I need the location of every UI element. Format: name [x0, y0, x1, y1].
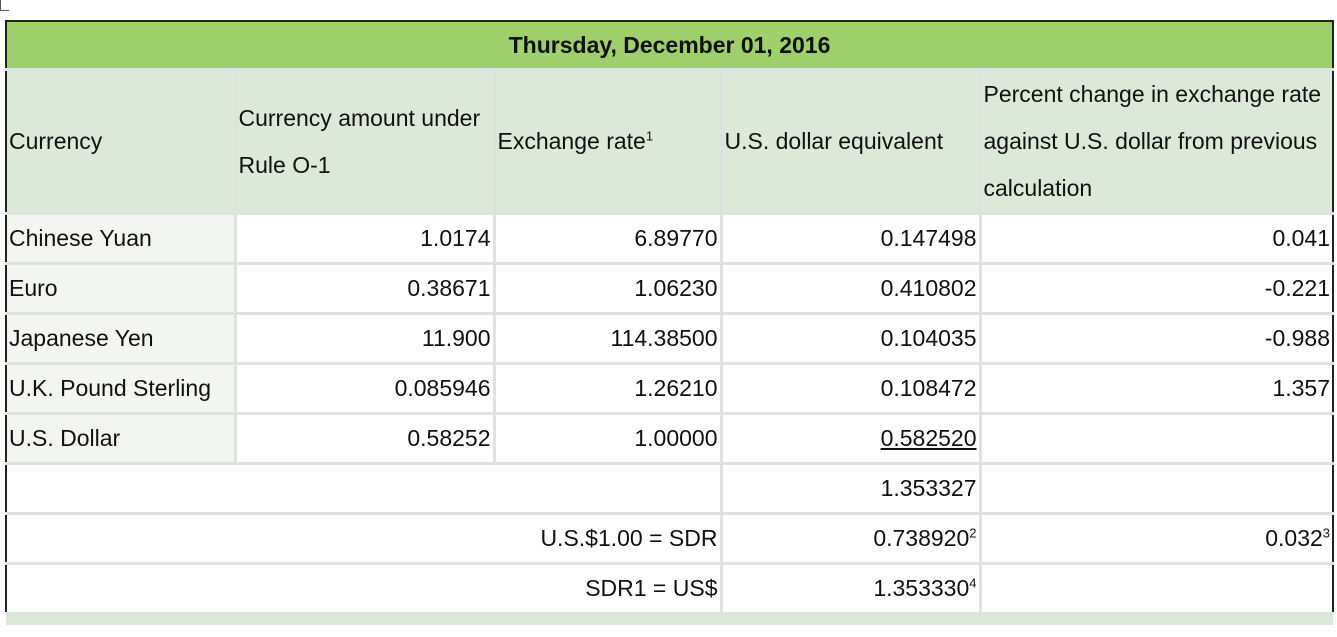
header-exchange-rate-label: Exchange rate — [497, 128, 646, 154]
footnote-2: 2 — [969, 525, 977, 541]
header-currency: Currency — [5, 68, 237, 215]
table-row: U.S. Dollar 0.58252 1.00000 0.582520 — [5, 412, 1335, 465]
footnote-1: 1 — [645, 128, 654, 144]
table-title: Thursday, December 01, 2016 — [4, 20, 1335, 71]
currency-name: Euro — [5, 262, 237, 315]
currency-name: Chinese Yuan — [5, 212, 237, 265]
currency-name: Japanese Yen — [5, 312, 237, 365]
table-row: Chinese Yuan 1.0174 6.89770 0.147498 0.0… — [5, 212, 1335, 265]
footnote-4: 4 — [969, 575, 977, 591]
header-usd-equivalent: U.S. dollar equivalent — [719, 68, 982, 215]
title-row: Thursday, December 01, 2016 — [4, 20, 1335, 71]
usd-equivalent: 0.410802 — [719, 262, 982, 315]
currency-amount: 0.38671 — [233, 262, 496, 315]
table-row: Japanese Yen 11.900 114.38500 0.104035 -… — [5, 312, 1335, 365]
currency-name: U.K. Pound Sterling — [5, 362, 237, 415]
footnote-3: 3 — [1322, 525, 1331, 541]
table-row: Euro 0.38671 1.06230 0.410802 -0.221 — [5, 262, 1335, 315]
sdr-per-usd-row: U.S.$1.00 = SDR 0.7389202 0.0323 — [5, 512, 1335, 565]
usd-equivalent: 0.147498 — [719, 212, 982, 265]
total-row: 1.353327 — [5, 462, 1335, 515]
percent-change: 1.357 — [978, 362, 1335, 415]
usd-per-sdr-empty-cell — [978, 562, 1335, 615]
usd-equivalent: 0.104035 — [719, 312, 982, 365]
sdr-per-usd-pct: 0.032 — [1265, 525, 1323, 551]
usd-per-sdr-row: SDR1 = US$ 1.3533304 — [5, 562, 1335, 615]
usd-equivalent: 0.582520 — [719, 412, 982, 465]
usd-equivalent: 0.108472 — [719, 362, 982, 415]
currency-amount: 0.58252 — [233, 412, 496, 465]
total-usd-equivalent: 1.353327 — [719, 462, 982, 515]
sdr-per-usd-label: U.S.$1.00 = SDR — [5, 512, 723, 565]
currency-amount: 11.900 — [233, 312, 496, 365]
footer-strip — [6, 613, 1334, 625]
exchange-rate: 1.06230 — [492, 262, 723, 315]
percent-change: -0.221 — [978, 262, 1335, 315]
sdr-per-usd-pct-cell: 0.0323 — [978, 512, 1335, 565]
paragraph-corner-mark — [0, 0, 9, 11]
currency-name: U.S. Dollar — [5, 412, 237, 465]
exchange-rate: 6.89770 — [492, 212, 723, 265]
usd-equivalent-value: 0.582520 — [880, 425, 977, 451]
header-row: Currency Currency amount under Rule O-1 … — [5, 68, 1335, 215]
currency-amount: 1.0174 — [233, 212, 496, 265]
header-exchange-rate: Exchange rate1 — [492, 68, 723, 215]
percent-change: 0.041 — [978, 212, 1335, 265]
usd-per-sdr-value: 1.353330 — [873, 575, 970, 601]
total-spacer — [5, 462, 723, 515]
usd-per-sdr-label: SDR1 = US$ — [5, 562, 723, 615]
exchange-rate: 1.00000 — [492, 412, 723, 465]
percent-change: -0.988 — [978, 312, 1335, 365]
exchange-rate: 114.38500 — [492, 312, 723, 365]
percent-change — [978, 412, 1335, 465]
total-empty-cell — [978, 462, 1335, 515]
header-percent-change: Percent change in exchange rate against … — [978, 68, 1335, 215]
sdr-valuation-table: Thursday, December 01, 2016 Currency Cur… — [4, 20, 1335, 625]
sdr-per-usd-value: 0.738920 — [873, 525, 970, 551]
usd-per-sdr-value-cell: 1.3533304 — [719, 562, 982, 615]
exchange-rate: 1.26210 — [492, 362, 723, 415]
footer-strip-cell — [6, 613, 1334, 625]
sdr-per-usd-value-cell: 0.7389202 — [719, 512, 982, 565]
table-row: U.K. Pound Sterling 0.085946 1.26210 0.1… — [5, 362, 1335, 415]
header-amount: Currency amount under Rule O-1 — [233, 68, 496, 215]
currency-amount: 0.085946 — [233, 362, 496, 415]
